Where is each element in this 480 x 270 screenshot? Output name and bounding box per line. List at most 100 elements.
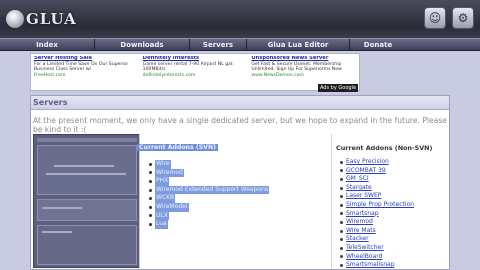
screenshot-line: [46, 173, 126, 175]
settings-icon[interactable]: ⚙: [452, 7, 474, 29]
bullet: [340, 203, 343, 207]
bullet: [149, 188, 152, 192]
list-item-link[interactable]: WheelBoard: [346, 253, 382, 262]
list-item[interactable]: TeleSwitcher: [340, 244, 414, 253]
page-title: Servers: [33, 98, 68, 107]
bullet: [340, 186, 343, 190]
list-item[interactable]: Smartsmallsnap: [340, 261, 414, 270]
list-item[interactable]: WireModel: [149, 202, 269, 212]
bullet: [149, 214, 152, 218]
list-item-label: Wiremod: [155, 168, 184, 178]
list-item-link[interactable]: TeleSwitcher: [346, 244, 384, 253]
list-item[interactable]: Wiremod: [340, 218, 414, 227]
list-item-label: Wire: [155, 160, 171, 169]
list-item-link[interactable]: GCOMBAT 39: [346, 167, 386, 176]
list-item[interactable]: WheelBoard: [340, 253, 414, 262]
intro-text: At the present moment, we only have a si…: [33, 116, 447, 134]
list-item-link[interactable]: GM_SCI: [346, 175, 369, 184]
svn-addons-list: Wire Wiremod PHX Wiremod Extended Suppor…: [149, 160, 270, 229]
logo-mark-icon: [6, 10, 24, 28]
list-item-label: PHX: [155, 177, 170, 186]
bullet: [340, 169, 343, 173]
list-item[interactable]: GCOMBAT 39: [340, 167, 414, 176]
column-divider: [139, 134, 140, 268]
list-item-label: Wiremod Extended Support Weapons: [155, 185, 270, 195]
screenshot-panel: [37, 199, 137, 221]
bullet: [149, 197, 152, 201]
site-header: GLUA ☺ ⚙: [0, 0, 480, 38]
list-item[interactable]: Stargate: [340, 184, 414, 193]
list-item-label: WireModel: [155, 202, 189, 212]
screenshot-line: [42, 231, 72, 233]
bullet: [149, 171, 152, 175]
bullet: [340, 220, 343, 224]
list-item-link[interactable]: Stacker: [346, 235, 369, 244]
ad-item[interactable]: Server Hosting Sale For a Limited Time S…: [34, 56, 139, 88]
ad-strip: Server Hosting Sale For a Limited Time S…: [30, 53, 360, 91]
list-item[interactable]: Wiremod Extended Support Weapons: [149, 185, 270, 195]
bullet: [149, 222, 152, 226]
server-screenshot[interactable]: [33, 134, 140, 268]
ad-url[interactable]: FreeHost.com: [34, 73, 139, 79]
bullet: [340, 160, 343, 164]
list-item[interactable]: Stacker: [340, 235, 414, 244]
bullet: [340, 177, 343, 181]
main-nav: Index Downloads Servers Glua Lua Editor …: [0, 38, 480, 51]
user-icon[interactable]: ☺: [424, 7, 446, 29]
bullet: [149, 162, 152, 166]
bullet: [340, 255, 343, 259]
main-content: Servers At the present moment, we only h…: [30, 95, 450, 270]
list-item[interactable]: WCKB: [149, 194, 269, 203]
nav-donate[interactable]: Donate: [350, 41, 406, 49]
list-item[interactable]: Wiremod: [149, 168, 269, 178]
nav-lua-editor[interactable]: Glua Lua Editor: [247, 41, 349, 49]
list-item-link[interactable]: Stargate: [346, 184, 372, 193]
list-item[interactable]: Easy Precision: [340, 158, 414, 167]
bullet: [340, 229, 343, 233]
section-header: Servers: [31, 96, 449, 110]
non-svn-addons-list: Easy Precision GCOMBAT 39 GM_SCI Stargat…: [340, 158, 414, 270]
nav-servers[interactable]: Servers: [190, 41, 246, 49]
bullet: [340, 246, 343, 250]
nav-downloads[interactable]: Downloads: [95, 41, 189, 49]
list-item-link[interactable]: Wire Mats: [346, 227, 376, 236]
list-item[interactable]: GM_SCI: [340, 175, 414, 184]
list-item[interactable]: ULX: [149, 211, 269, 221]
list-item[interactable]: Lua: [149, 220, 269, 229]
list-item-link[interactable]: Smartsmallsnap: [346, 261, 395, 270]
list-item-label: Lua: [155, 220, 168, 229]
ad-url[interactable]: definitelyinterests.com: [143, 73, 248, 79]
screenshot-panel: [37, 145, 137, 195]
site-logo[interactable]: GLUA: [6, 7, 77, 31]
ad-body: For a Limited Time Save On Our Superior …: [34, 61, 129, 73]
list-item-label: WCKB: [155, 194, 176, 203]
list-item[interactable]: Wire Mats: [340, 227, 414, 236]
column-divider: [331, 134, 332, 268]
ad-url[interactable]: www.NewsDemon.com: [251, 73, 356, 79]
ads-by-google-badge[interactable]: Ads by Google: [318, 84, 358, 92]
logo-text: GLUA: [26, 10, 77, 28]
list-item[interactable]: Laser SWEP: [340, 192, 414, 201]
list-item[interactable]: Simple Prop Protection: [340, 201, 414, 210]
svn-addons-heading: Current Addons (SVN): [137, 144, 218, 151]
bullet: [149, 205, 152, 209]
bullet: [340, 195, 343, 199]
list-item-link[interactable]: Wiremod: [346, 218, 373, 227]
screenshot-topbar: [37, 138, 137, 142]
list-item[interactable]: Wire: [149, 160, 269, 169]
list-item-label: ULX: [155, 211, 169, 221]
list-item-link[interactable]: Smartsnap: [346, 210, 379, 219]
list-item[interactable]: PHX: [149, 177, 269, 186]
bullet: [340, 263, 343, 267]
screenshot-line: [42, 207, 82, 209]
nav-index[interactable]: Index: [0, 41, 94, 49]
list-item[interactable]: Smartsnap: [340, 210, 414, 219]
list-item-link[interactable]: Easy Precision: [346, 158, 389, 167]
ad-body: Get Fast & Secure Usenet. Membership Unl…: [251, 61, 342, 73]
ad-item[interactable]: Definitely Interests Game server rental …: [143, 56, 248, 88]
screenshot-line: [54, 165, 114, 167]
list-item-link[interactable]: Simple Prop Protection: [346, 201, 414, 210]
bullet: [340, 238, 343, 242]
non-svn-addons-heading: Current Addons (Non-SVN): [336, 144, 433, 152]
list-item-link[interactable]: Laser SWEP: [346, 192, 381, 201]
